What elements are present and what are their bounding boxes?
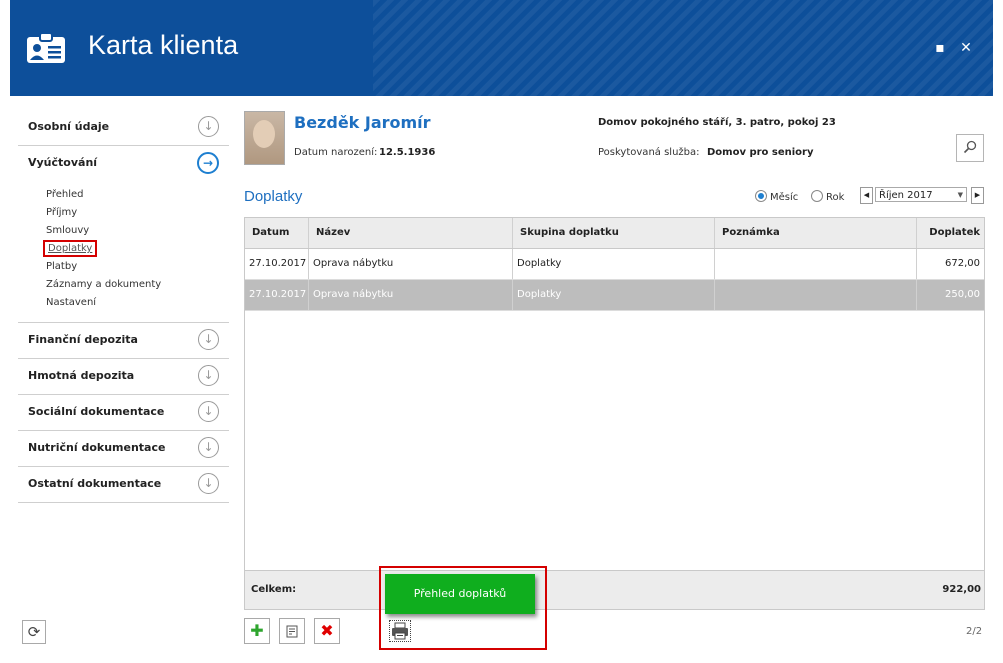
arrow-down-circle-icon[interactable]: ↓ [198,473,219,494]
sidebar: Osobní údaje ↓ Vyúčtování → Přehled Příj… [18,110,229,503]
cell-poznamka [715,249,917,279]
cell-nazev: Oprava nábytku [309,280,513,310]
printer-icon [392,622,408,640]
column-header-datum[interactable]: Datum [245,218,309,248]
radio-dot [755,190,767,202]
radio-year[interactable]: Rok [811,190,844,203]
delete-x-icon: ✖ [320,621,334,640]
table-header: Datum Název Skupina doplatku Poznámka Do… [245,218,984,249]
print-button[interactable] [389,620,411,642]
refresh-icon: ⟳ [27,623,41,641]
arrow-right-circle-icon[interactable]: → [197,152,219,174]
sidebar-section-label: Sociální dokumentace [28,405,165,418]
cell-doplatek: 250,00 [945,289,980,300]
service-label: Poskytovaná služba: [598,147,700,158]
search-icon [963,140,977,154]
add-button[interactable]: ✚ [244,618,270,644]
dob-value: 12.5.1936 [379,147,436,158]
sidebar-subitem-platby[interactable]: Platby [46,258,229,276]
column-header-skupina[interactable]: Skupina doplatku [513,218,715,248]
cell-datum: 27.10.2017 [245,280,309,310]
radio-dot [811,190,823,202]
sidebar-subitem-prehled[interactable]: Přehled [46,186,229,204]
dob-label: Datum narození: [294,147,378,158]
header-pattern [373,0,993,96]
search-button[interactable] [956,134,984,162]
window-header: Karta klienta ▪ ✕ [10,0,993,96]
sidebar-subitem-doplatky[interactable]: Doplatky [42,240,229,258]
next-period-button[interactable]: ▶ [971,187,984,204]
sidebar-section-label: Nutriční dokumentace [28,441,166,454]
cell-skupina: Doplatky [513,249,715,279]
period-dropdown[interactable]: Říjen 2017 ▼ [875,187,967,202]
sidebar-section-socialni-dokumentace[interactable]: Sociální dokumentace ↓ [18,395,229,431]
client-home: Domov pokojného stáří, 3. patro, pokoj 2… [598,117,836,128]
vyuctovani-subitems: Přehled Příjmy Smlouvy Doplatky Platby Z… [18,181,229,323]
arrow-down-circle-icon[interactable]: ↓ [198,437,219,458]
cell-nazev: Oprava nábytku [309,249,513,279]
delete-button[interactable]: ✖ [314,618,340,644]
table-row[interactable]: 27.10.2017 Oprava nábytku Doplatky 672,0… [245,249,984,280]
sidebar-subitem-nastaveni[interactable]: Nastavení [46,294,229,312]
plus-icon: ✚ [250,621,264,640]
column-header-nazev[interactable]: Název [309,218,513,248]
column-header-doplatek[interactable]: Doplatek [917,218,984,248]
client-photo [244,111,285,165]
cell-doplatek: 672,00 [945,258,980,269]
arrow-down-circle-icon[interactable]: ↓ [198,365,219,386]
sidebar-section-label: Hmotná depozita [28,369,135,382]
sidebar-section-osobni-udaje[interactable]: Osobní údaje ↓ [18,110,229,146]
sidebar-section-ostatni-dokumentace[interactable]: Ostatní dokumentace ↓ [18,467,229,503]
dropdown-arrow-icon: ▼ [957,191,963,199]
service-value: Domov pro seniory [707,147,814,158]
cell-skupina: Doplatky [513,280,715,310]
cell-datum: 27.10.2017 [245,249,309,279]
total-label: Celkem: [251,584,297,595]
sidebar-section-hmotna-depozita[interactable]: Hmotná depozita ↓ [18,359,229,395]
arrow-down-circle-icon[interactable]: ↓ [198,329,219,350]
arrow-down-circle-icon[interactable]: ↓ [198,116,219,137]
prev-period-button[interactable]: ◀ [860,187,873,204]
client-name: Bezděk Jaromír [294,113,431,132]
sidebar-section-label: Ostatní dokumentace [28,477,162,490]
close-button[interactable]: ✕ [958,40,974,56]
refresh-button[interactable]: ⟳ [22,620,46,644]
sidebar-section-nutricni-dokumentace[interactable]: Nutriční dokumentace ↓ [18,431,229,467]
arrow-down-circle-icon[interactable]: ↓ [198,401,219,422]
sidebar-section-label: Osobní údaje [28,120,110,133]
sidebar-section-financni-depozita[interactable]: Finanční depozita ↓ [18,323,229,359]
print-tooltip: Přehled doplatků [385,574,535,614]
edit-document-icon [286,625,298,638]
window-title: Karta klienta [88,30,239,60]
doplatky-table: Datum Název Skupina doplatku Poznámka Do… [244,217,985,595]
client-face [253,120,275,148]
total-row: Celkem: 922,00 [244,570,985,610]
maximize-button[interactable]: ▪ [932,40,948,56]
sidebar-section-vyuctovani[interactable]: Vyúčtování → [18,146,229,181]
section-title: Doplatky [244,188,303,205]
sidebar-subitem-zaznamy[interactable]: Záznamy a dokumenty [46,276,229,294]
sidebar-section-label: Vyúčtování [28,156,98,169]
client-card-icon [27,32,65,63]
sidebar-section-label: Finanční depozita [28,333,138,346]
period-selector: ◀ Říjen 2017 ▼ ▶ [860,187,984,204]
pager: 2/2 [966,626,983,637]
total-value: 922,00 [942,584,981,595]
radio-month[interactable]: Měsíc [755,190,798,203]
sidebar-subitem-smlouvy[interactable]: Smlouvy [46,222,229,240]
column-header-poznamka[interactable]: Poznámka [715,218,917,248]
cell-poznamka [715,280,917,310]
table-row-selected[interactable]: 27.10.2017 Oprava nábytku Doplatky 250,0… [245,280,984,311]
sidebar-subitem-prijmy[interactable]: Příjmy [46,204,229,222]
edit-button[interactable] [279,618,305,644]
